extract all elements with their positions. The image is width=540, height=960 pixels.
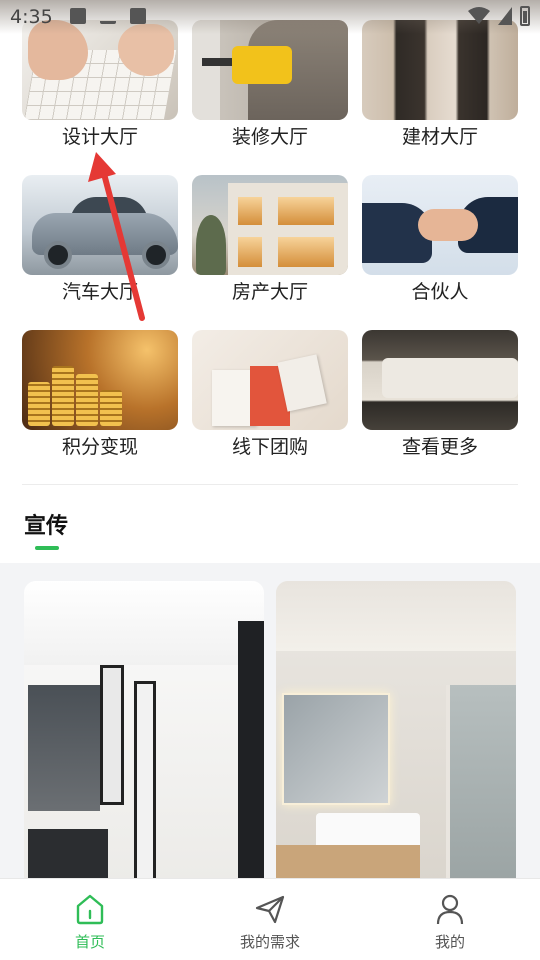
paper-plane-icon [255,895,285,924]
user-icon [436,894,464,925]
material-panels-image [362,20,518,120]
category-label: 装修大厅 [231,126,308,148]
category-label: 建材大厅 [401,126,478,148]
handshake-image [362,175,518,275]
category-label: 线下团购 [231,436,308,458]
nav-label: 我的 [434,933,465,951]
category-label: 合伙人 [411,281,469,303]
category-points-cashout[interactable]: 积分变现 [22,330,178,458]
category-label: 积分变现 [61,436,138,458]
nav-label: 我的需求 [239,933,300,951]
section-divider [22,484,518,485]
drafting-image [22,20,178,120]
download-notification-icon [100,8,116,24]
category-label: 房产大厅 [231,281,308,303]
coins-image [22,330,178,430]
category-renovation-hall[interactable]: 装修大厅 [192,20,348,148]
promo-card[interactable] [24,581,264,881]
signal-icon [498,7,512,25]
category-realestate-hall[interactable]: 房产大厅 [192,175,348,303]
wifi-icon [468,7,490,24]
living-room-image [362,330,518,430]
category-materials-hall[interactable]: 建材大厅 [362,20,518,148]
category-design-hall[interactable]: 设计大厅 [22,20,178,148]
home-icon [76,894,104,925]
bottom-nav: 首页 我的需求 我的 [0,878,540,960]
category-car-hall[interactable]: 汽车大厅 [22,175,178,303]
status-time: 4:35 [10,6,53,28]
category-label: 汽车大厅 [61,281,138,303]
promo-tab-indicator [35,546,59,550]
battery-icon [520,6,530,26]
shopping-bags-image [192,330,348,430]
nav-profile[interactable]: 我的 [360,879,540,960]
promo-section-title[interactable]: 宣传 [24,508,68,540]
nav-label: 首页 [74,933,105,951]
app-notification-icon [130,8,146,24]
status-bar: 4:35 [0,0,540,34]
system-icons [468,6,530,26]
nav-home[interactable]: 首页 [0,879,180,960]
category-label: 设计大厅 [61,126,138,148]
car-image [22,175,178,275]
promo-card[interactable] [276,581,516,881]
image-notification-icon [70,8,86,24]
house-image [192,175,348,275]
category-view-more[interactable]: 查看更多 [362,330,518,458]
category-group-buy[interactable]: 线下团购 [192,330,348,458]
category-label: 查看更多 [401,436,478,458]
notification-icons [70,8,146,24]
nav-my-requests[interactable]: 我的需求 [180,879,360,960]
worker-drill-image [192,20,348,120]
category-partner[interactable]: 合伙人 [362,175,518,303]
